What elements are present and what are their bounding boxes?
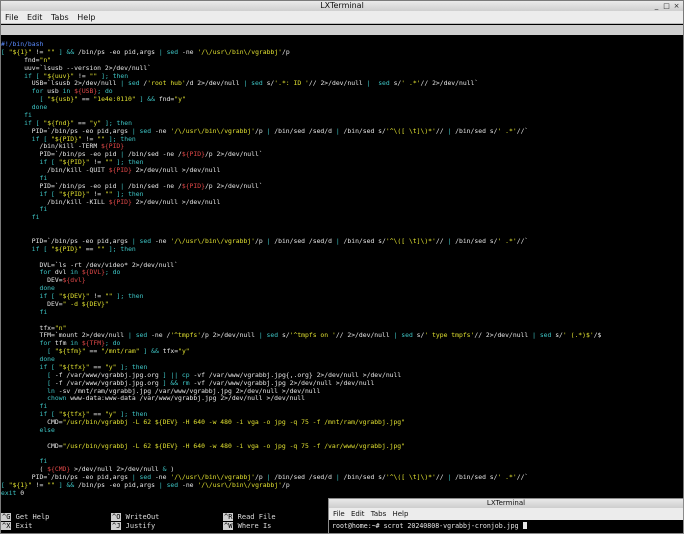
code-line: /bin/kill -KILL ${PID} 2>/dev/null >/dev… (1, 197, 221, 206)
code-line: fi (31, 213, 40, 222)
code-line: chown www-data:www-data /var/www/vgrabbj… (47, 394, 305, 403)
code-line: fi (39, 205, 48, 214)
code-line: DEV=${dvl} (1, 276, 86, 285)
code-line: /bin/kill -QUIT ${PID} 2>/dev/null >/dev… (1, 166, 221, 174)
menu-help[interactable]: Help (77, 11, 95, 24)
second-menu-bar: File Edit Tabs Help (329, 508, 683, 520)
close-button[interactable]: × (672, 2, 681, 10)
code-line: DEV=" -d ${DEV}" (1, 299, 109, 308)
code-line: fi (39, 307, 48, 316)
terminal-window: LXTerminal _ □ × File Edit Tabs Help GNU… (0, 0, 684, 534)
window-titlebar[interactable]: LXTerminal _ □ × (1, 1, 683, 11)
menu-edit[interactable]: Edit (27, 11, 43, 24)
second-terminal-window[interactable]: LXTerminal File Edit Tabs Help root@home… (328, 498, 684, 534)
menu-tabs[interactable]: Tabs (51, 11, 69, 24)
code-line: [ "${usb}" == "1e4e:0110" ] && fnd="y" (39, 95, 186, 104)
minimize-button[interactable]: _ (652, 2, 661, 10)
code-editor[interactable]: #!/bin/bash[ "${1}" != "" ] && /bin/ps -… (1, 41, 683, 509)
code-line: if [ "${PID}" == "" ]; then (31, 244, 136, 253)
shortcut-read-file[interactable]: ^R Read File (223, 513, 276, 521)
code-line: exit 0 (1, 488, 25, 497)
code-line: else (39, 425, 55, 434)
text-cursor (522, 522, 527, 529)
menu-bar: File Edit Tabs Help (1, 11, 683, 24)
code-line: CMD="/usr/bin/vgrabbj -L 62 ${DEV} -H 64… (1, 441, 405, 450)
code-line: for dvl in ${DVL}; do (39, 268, 121, 277)
second-menu-help[interactable]: Help (392, 508, 408, 520)
second-menu-file[interactable]: File (333, 508, 345, 520)
code-line: CMD="/usr/bin/vgrabbj -L 62 ${DEV} -H 64… (1, 418, 405, 426)
second-window-title[interactable]: LXTerminal (329, 499, 683, 508)
shortcut-where-is[interactable]: ^W Where Is (223, 522, 271, 530)
code-line: [ "${tfm}" == "/mnt/ram" ] && tfx="y" (47, 347, 190, 356)
second-menu-edit[interactable]: Edit (351, 508, 365, 520)
menu-file[interactable]: File (5, 11, 18, 24)
shortcut-get-help[interactable]: ^G Get Help (1, 513, 49, 521)
shortcut-exit[interactable]: ^X Exit (1, 522, 33, 530)
shortcut-justify[interactable]: ^J Justify (111, 522, 155, 530)
maximize-button[interactable]: □ (662, 2, 671, 10)
shortcut-writeout[interactable]: ^O WriteOut (111, 513, 159, 521)
window-title: LXTerminal (320, 1, 364, 10)
nano-header: GNU nano 2.2.6 File: /usr/sbin/vgrabbj-r… (1, 25, 683, 64)
second-menu-tabs[interactable]: Tabs (371, 508, 387, 520)
shell-prompt[interactable]: root@home:~# scrot 20240808-vgrabbj-cron… (332, 522, 527, 531)
code-line: [ "${1}" != "" ] && /bin/ps -eo pid,args… (1, 481, 290, 489)
code-line: [ "${1}" != "" ] && /bin/ps -eo pid,args… (1, 47, 290, 56)
code-line: done (31, 103, 48, 111)
